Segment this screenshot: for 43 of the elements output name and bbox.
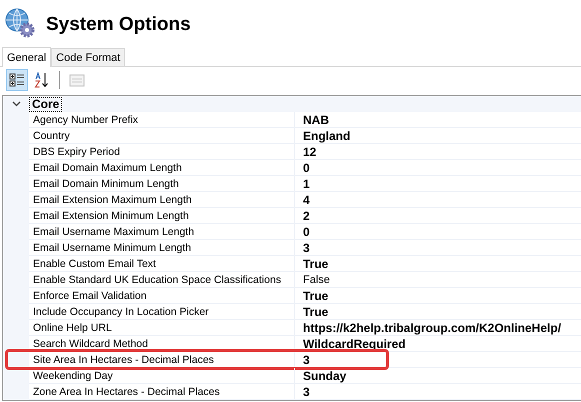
property-value[interactable]: True <box>295 304 581 320</box>
property-value[interactable]: True <box>295 256 581 272</box>
globe-gear-icon <box>4 7 36 39</box>
property-value[interactable]: 3 <box>295 352 581 368</box>
property-name[interactable]: Email Extension Maximum Length <box>29 192 295 208</box>
property-value[interactable]: England <box>295 128 581 144</box>
property-value[interactable]: 4 <box>295 192 581 208</box>
property-value[interactable]: 2 <box>295 208 581 224</box>
property-value[interactable]: False <box>295 272 581 288</box>
property-value[interactable]: WildcardRequired <box>295 336 581 352</box>
property-value[interactable]: 1 <box>295 176 581 192</box>
category-label[interactable]: Core <box>29 96 62 112</box>
property-name[interactable]: Enable Custom Email Text <box>29 256 295 272</box>
window-title: System Options <box>46 14 191 36</box>
property-value[interactable]: True <box>295 288 581 304</box>
property-name[interactable]: Email Username Minimum Length <box>29 240 295 256</box>
property-name[interactable]: Enforce Email Validation <box>29 288 295 304</box>
property-value[interactable]: https://k2help.tribalgroup.com/K2OnlineHelp/ <box>295 320 581 336</box>
property-name[interactable]: DBS Expiry Period <box>29 144 295 160</box>
property-name[interactable]: Zone Area In Hectares - Decimal Places <box>29 384 295 400</box>
property-name[interactable]: Weekending Day <box>29 368 295 384</box>
property-name[interactable]: Search Wildcard Method <box>29 336 295 352</box>
property-name[interactable]: Email Domain Maximum Length <box>29 160 295 176</box>
property-value[interactable]: Sunday <box>295 368 581 384</box>
property-value[interactable]: 0 <box>295 224 581 240</box>
property-value[interactable]: 3 <box>295 384 581 400</box>
property-name[interactable]: Country <box>29 128 295 144</box>
tab[interactable]: Code Format <box>51 48 126 66</box>
property-value[interactable]: NAB <box>295 112 581 128</box>
property-name[interactable]: Site Area In Hectares - Decimal Places <box>29 352 295 368</box>
property-name[interactable]: Email Extension Minimum Length <box>29 208 295 224</box>
property-name[interactable]: Agency Number Prefix <box>29 112 295 128</box>
property-value[interactable]: 3 <box>295 240 581 256</box>
property-name[interactable]: Email Username Maximum Length <box>29 224 295 240</box>
property-name[interactable]: Online Help URL <box>29 320 295 336</box>
chevron-icon[interactable] <box>12 101 20 107</box>
property-value[interactable]: 0 <box>295 160 581 176</box>
property-name[interactable]: Include Occupancy In Location Picker <box>29 304 295 320</box>
tab[interactable]: General <box>2 47 52 67</box>
property-name[interactable]: Enable Standard UK Education Space Classifications <box>29 272 295 288</box>
property-value[interactable]: 12 <box>295 144 581 160</box>
categorized-view-button[interactable] <box>6 69 28 91</box>
property-name[interactable]: Email Domain Minimum Length <box>29 176 295 192</box>
